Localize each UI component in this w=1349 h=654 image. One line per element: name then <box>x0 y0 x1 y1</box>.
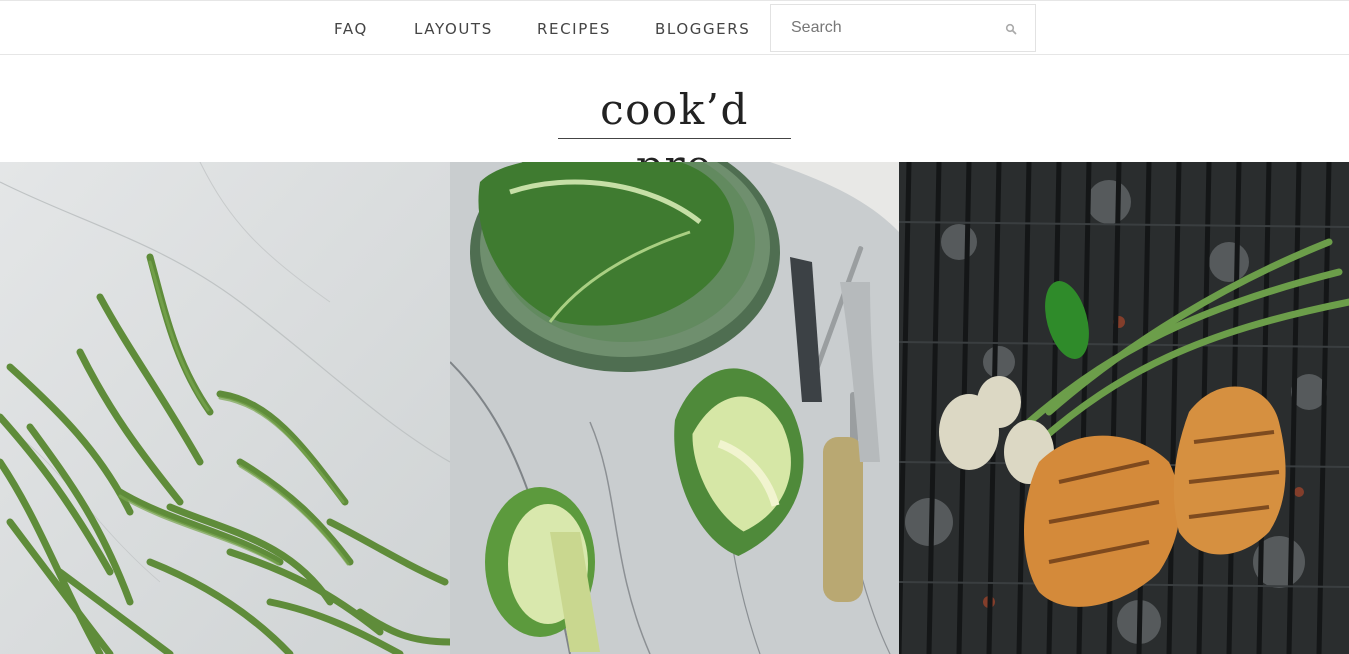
gallery-image-cabbage[interactable] <box>450 162 899 654</box>
nav-item-layouts[interactable]: LAYOUTS <box>414 20 493 38</box>
site-logo[interactable]: cook’d pro <box>558 82 791 190</box>
top-navigation-bar: FAQ LAYOUTS RECIPES BLOGGERS <box>0 0 1349 55</box>
gallery-image-grilled-chicken[interactable] <box>899 162 1349 654</box>
search-input[interactable] <box>771 5 1001 51</box>
search-icon[interactable] <box>1005 22 1017 35</box>
nav-item-faq[interactable]: FAQ <box>334 20 368 38</box>
nav-item-bloggers[interactable]: BLOGGERS <box>655 20 750 38</box>
nav-item-recipes[interactable]: RECIPES <box>537 20 611 38</box>
gallery-image-green-beans[interactable] <box>0 162 450 654</box>
search-box <box>770 4 1036 52</box>
